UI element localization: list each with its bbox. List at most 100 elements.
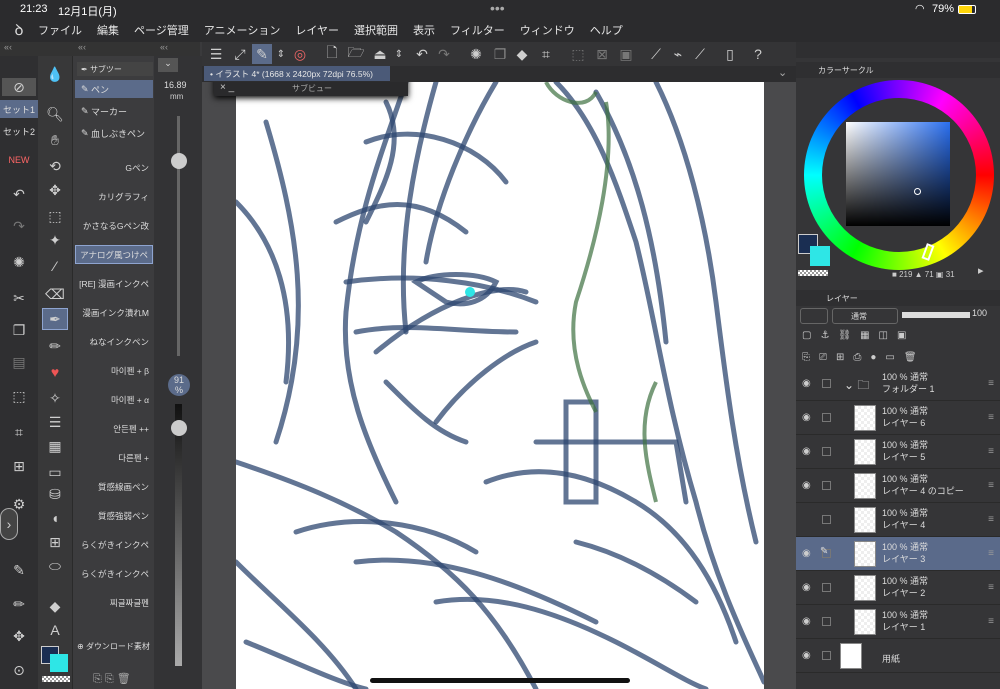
decoration-icon[interactable]: ♥ [42,362,68,382]
invert-selection-icon[interactable]: ▣ [616,44,636,64]
text-icon[interactable]: A [42,620,68,640]
menu-window[interactable]: ウィンドウ [520,22,575,38]
visibility-eye-icon[interactable]: ◉ [802,582,811,593]
brush-item[interactable]: 質感強弱ペン [75,506,153,525]
edit-mode-icon[interactable]: ✎ [252,44,272,64]
drag-handle-icon[interactable]: ≡ [988,582,994,593]
layer-toolbar-icons-2[interactable]: ⎘⎚⊞⎙●▭🗑︎ [802,352,926,363]
loading-icon[interactable]: ✺ [466,44,486,64]
size-slider-track[interactable] [177,116,180,356]
sub-color-swatch[interactable] [50,654,68,672]
brush-item[interactable]: 漫画インク潰れM [75,303,153,322]
pen-tool-icon[interactable]: ✒ [42,308,68,330]
crop-icon[interactable]: ⌗ [536,44,556,64]
bg-color-swatch[interactable] [810,246,830,266]
crop-icon[interactable]: ⌗ [4,422,34,442]
fill-icon[interactable]: ⛁ [42,484,68,504]
set1-button[interactable]: セット1 [0,100,38,118]
layer-row[interactable]: ◉ 100 % 通常 レイヤー 1 ≡ [796,605,1000,639]
size-slider-handle[interactable] [171,153,187,169]
brush-item[interactable]: Gペン [75,158,153,177]
menu-animation[interactable]: アニメーション [204,22,281,38]
phone-icon[interactable]: ▯ [720,44,740,64]
visibility-eye-icon[interactable]: ◉ [802,446,811,457]
close-icon[interactable]: × _ [220,82,234,93]
layer-opacity-slider[interactable] [902,312,970,318]
layer-lock-checkbox[interactable] [822,617,831,626]
drag-handle-icon[interactable]: ≡ [988,548,994,559]
fullscreen-icon[interactable]: ⤢ [230,44,250,64]
layer-lock-checkbox[interactable] [822,651,831,660]
grid-icon[interactable]: ⊞ [42,532,68,552]
chevron-down-icon[interactable]: ⌄ [158,58,178,72]
updown-icon[interactable]: ⇕ [274,44,288,64]
brush-item[interactable]: 質感線画ペン [75,477,153,496]
brush-item[interactable]: ねなインクペン [75,332,153,351]
visibility-eye-icon[interactable]: ◉ [802,650,811,661]
layer-row[interactable]: ◉ 100 % 通常 レイヤー 4 のコピー ≡ [796,469,1000,503]
brush-set-icon[interactable]: ⊘ [2,78,36,96]
layer-lock-checkbox[interactable] [822,447,831,456]
mesh-icon[interactable]: ⊞ [4,456,34,476]
bucket-icon[interactable]: ◆ [42,596,68,616]
undo-icon[interactable]: ↶ [412,44,432,64]
canvas-area[interactable]: × _ サブビュー [202,82,796,689]
selection-icon[interactable]: ⬚ [42,206,68,226]
brush-item[interactable]: 찌글짜글펜 [75,593,153,612]
subtool-item-marker[interactable]: ✎ マーカー [75,102,153,120]
pencil-tool-icon[interactable]: ✏ [42,336,68,356]
gradient-icon[interactable]: ▦ [42,436,68,456]
brush-item[interactable]: 다른펜 + [75,448,153,467]
drag-handle-icon[interactable]: ≡ [988,378,994,389]
cut-icon[interactable]: ✂ [4,288,34,308]
saturation-value-square[interactable] [846,122,950,226]
opacity-slider-handle[interactable] [171,420,187,436]
layer-option-toggle[interactable] [800,308,828,324]
transparent-color-icon[interactable] [798,270,828,276]
hand-icon[interactable]: ✋︎ [42,130,68,150]
drag-handle-icon[interactable]: ≡ [988,480,994,491]
subtool-item-blood[interactable]: ✎ 血しぶきペン [75,124,153,142]
brush-tool-icon[interactable]: ⌁ [668,44,688,64]
layer-row[interactable]: 100 % 通常 レイヤー 4 ≡ [796,503,1000,537]
brush-item[interactable]: 안든펜 ++ [75,419,153,438]
pen-icon[interactable]: ✎ [4,560,34,580]
paper-layer-row[interactable]: ◉ 用紙 [796,639,1000,673]
dropper-mix-icon[interactable]: 💧 [42,64,68,84]
eraser-icon[interactable]: ⌫ [42,284,68,304]
deselect-icon[interactable]: ⊠ [592,44,612,64]
more-dots-icon[interactable]: ••• [490,0,505,16]
visibility-eye-icon[interactable]: ◉ [802,616,811,627]
stroke-icon[interactable]: ⟋ [690,44,710,64]
document-tab[interactable]: • イラスト 4* (1668 x 2420px 72dpi 76.5%) [204,66,390,81]
app-logo-icon[interactable]: ꝺ [0,20,38,40]
rotate-icon[interactable]: ⟲ [42,156,68,176]
menu-page[interactable]: ページ管理 [134,22,189,38]
collapse-icon[interactable]: «‹ [160,42,168,52]
folder-icon[interactable]: ⌄ 🗀︎ [844,376,869,397]
brush-item[interactable]: 마이펜 + α [75,390,153,409]
save-icon[interactable]: ⏏ [370,44,390,64]
figure-icon[interactable]: ⬭ [42,556,68,576]
play-icon[interactable]: ▸ [978,264,984,277]
collapse-icon[interactable]: «‹ [4,42,12,52]
undo-icon[interactable]: ↶ [4,184,34,204]
move-icon[interactable]: ✥ [4,626,34,646]
layer-lock-checkbox[interactable] [822,583,831,592]
side-slider-icon[interactable]: › [0,508,18,540]
transparent-color-icon[interactable] [42,676,70,682]
copy-layer-icon[interactable]: ❐ [490,44,510,64]
paste-icon[interactable]: ▤ [4,352,34,372]
brush-item[interactable]: カリグラフィ [75,187,153,206]
layer-toolbar-icons[interactable]: ▢⚓⛓▦◫▣ [802,330,915,341]
download-material-button[interactable]: ⊕ ダウンロード素材 [77,638,153,654]
updown-icon[interactable]: ⇕ [392,44,406,64]
visibility-eye-icon[interactable]: ◉ [802,480,811,491]
ruler-icon[interactable]: ☰ [42,412,68,432]
layer-lock-checkbox[interactable] [822,379,831,388]
redo-icon[interactable]: ↷ [4,216,34,236]
move-layer-icon[interactable]: ✥ [42,180,68,200]
brush-item[interactable]: かさなるGペン改 [75,216,153,235]
layer-lock-checkbox[interactable] [822,481,831,490]
eyedropper-icon[interactable]: ⁄ [42,256,68,276]
